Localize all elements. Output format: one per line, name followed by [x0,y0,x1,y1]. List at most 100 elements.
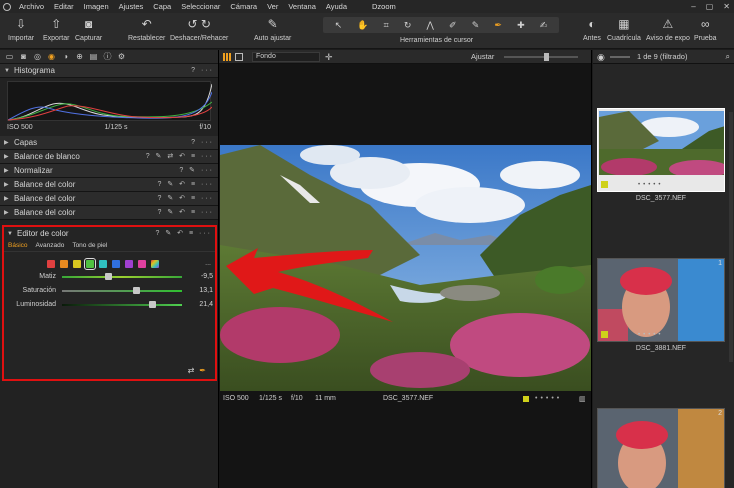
color-swatch[interactable] [60,260,68,268]
picker-tool-icon[interactable]: ✒ [494,20,502,31]
menu-ver[interactable]: Ver [262,0,283,13]
color-swatch[interactable] [125,260,133,268]
lightness-slider-knob[interactable] [149,301,156,308]
hue-slider-knob[interactable] [104,273,112,280]
capture-button[interactable]: ◙ Capturar [75,15,102,42]
info-menu-icon[interactable]: ▥ [579,395,586,403]
color-editor-header[interactable]: ▼ Editor de color ? ✎ ↶ ≡ ··· [4,227,215,240]
lightness-value[interactable]: 21,4 [199,299,213,311]
search-icon[interactable]: ⌕ [726,50,730,64]
menu-capa[interactable]: Capa [148,0,176,13]
menu-seleccionar[interactable]: Seleccionar [176,0,225,13]
main-photo[interactable] [220,145,591,391]
lens-tab-icon[interactable]: ◎ [32,51,43,62]
section-color-balance-2[interactable]: ▶ Balance del color ? ✎ ↶ ≡ ··· [0,192,218,206]
section-tools[interactable]: ? ··· [191,64,214,78]
section-tools[interactable]: ? ✎ ↶ ≡ ··· [158,192,214,206]
brush-tool-icon[interactable]: ✐ [449,20,457,31]
histogram-header[interactable]: ▼ Histograma ? ··· [0,64,218,78]
eye-icon[interactable]: ◉ [597,50,605,64]
before-button[interactable]: ◐ Antes [583,15,601,42]
tab-avanzado[interactable]: Avanzado [36,242,65,249]
pointer-tool-icon[interactable]: ↖ [335,20,343,31]
hue-slider-track[interactable] [62,276,182,278]
close-icon[interactable]: ✕ [723,0,730,13]
capture-tab-icon[interactable]: ◙ [18,51,29,62]
color-tag-icon[interactable] [601,331,608,338]
zoom-slider[interactable] [504,53,578,61]
menu-camara[interactable]: Cámara [225,0,262,13]
color-tag-icon[interactable] [523,396,529,402]
rotate-tool-icon[interactable]: ↻ [404,20,412,31]
section-tools[interactable]: ? ✎ ⇄ ↶ ≡ ··· [146,150,214,164]
menu-archivo[interactable]: Archivo [14,0,49,13]
library-tab-icon[interactable]: ▭ [4,51,15,62]
menu-ventana[interactable]: Ventana [283,0,321,13]
hue-value[interactable]: -9,5 [201,271,213,283]
settings-tab-icon[interactable]: ⚙ [116,51,127,62]
color-swatch[interactable] [84,258,96,270]
swap-icon[interactable]: ⇄ [188,366,200,375]
reset-button[interactable]: ↶ Restablecer [128,15,165,42]
adjustments-tab-icon[interactable]: ▤ [88,51,99,62]
text-tool-icon[interactable]: ✍ [540,20,548,31]
color-swatch[interactable] [112,260,120,268]
pan-tool-icon[interactable]: ✋ [357,20,368,31]
section-color-balance-3[interactable]: ▶ Balance del color ? ✎ ↶ ≡ ··· [0,206,218,220]
color-picker-icon[interactable]: ✒ [199,366,211,375]
export-button[interactable]: ⇧ Exportar [43,15,69,42]
browser-scrollbar[interactable] [729,112,733,362]
maximize-icon[interactable]: ▢ [706,0,714,13]
add-icon[interactable]: ✛ [325,50,333,64]
auto-adjust-button[interactable]: ✎ Auto ajustar [254,15,291,42]
single-view-icon[interactable] [235,53,243,61]
section-tools[interactable]: ? ✎ ↶ ≡ ··· [156,227,212,240]
import-button[interactable]: ⇩ Importar [8,15,34,42]
all-colors-swatch[interactable] [151,260,159,268]
minimize-icon[interactable]: – [691,0,695,13]
rating-stars[interactable]: ••••• [638,182,664,188]
exposure-warning-button[interactable]: ⚠ Aviso de expo [646,15,690,42]
color-tab-icon[interactable]: ◉ [46,51,57,62]
section-tools[interactable]: ? ✎ ↶ ≡ ··· [158,206,214,220]
thumb-size-slider[interactable] [610,56,630,58]
rating-stars[interactable]: ••••• [638,332,664,338]
section-layers[interactable]: ▶ Capas ? ··· [0,136,218,150]
undo-redo-button[interactable]: ↺ ↻ Deshacer/Rehacer [170,15,228,42]
eraser-tool-icon[interactable]: ✎ [472,20,480,31]
color-swatch[interactable] [47,260,55,268]
section-white-balance[interactable]: ▶ Balance de blanco ? ✎ ⇄ ↶ ≡ ··· [0,150,218,164]
menu-editar[interactable]: Editar [49,0,79,13]
color-tag-icon[interactable] [601,181,608,188]
section-tools[interactable]: ? ✎ ··· [179,164,214,178]
section-tools[interactable]: ? ··· [191,136,214,150]
exposure-tab-icon[interactable]: ◑ [60,51,71,62]
tab-tono-de-piel[interactable]: Tono de piel [72,242,107,249]
saturation-slider-knob[interactable] [133,287,141,294]
section-color-balance-1[interactable]: ▶ Balance del color ? ✎ ↶ ≡ ··· [0,178,218,192]
tab-basico[interactable]: Básico [8,242,28,249]
rating-stars[interactable]: ••••• [535,395,562,402]
section-tools[interactable]: ? ✎ ↶ ≡ ··· [158,178,214,192]
keystone-tool-icon[interactable]: ⋀ [427,20,434,31]
more-button[interactable]: ... [205,260,211,267]
saturation-value[interactable]: 13,1 [199,285,213,297]
menu-ajustes[interactable]: Ajustes [114,0,149,13]
lightness-slider-track[interactable] [62,304,182,306]
crop-tool-icon[interactable]: ⌗ [384,20,389,31]
menu-ayuda[interactable]: Ayuda [321,0,352,13]
color-swatch[interactable] [99,260,107,268]
section-normalize[interactable]: ▶ Normalizar ? ✎ ··· [0,164,218,178]
color-swatch[interactable] [138,260,146,268]
metadata-tab-icon[interactable]: ⓘ [102,51,113,62]
saturation-slider-track[interactable] [62,290,182,292]
multi-view-icon[interactable] [223,53,231,61]
fit-label[interactable]: Ajustar [471,50,494,64]
proof-button[interactable]: ∞ Prueba [694,15,717,42]
grid-button[interactable]: ▦ Cuadrícula [607,15,641,42]
background-select[interactable]: Fondo [252,52,320,62]
healing-tool-icon[interactable]: ✚ [517,20,525,31]
color-swatch[interactable] [73,260,81,268]
menu-imagen[interactable]: Imagen [79,0,114,13]
details-tab-icon[interactable]: ⊕ [74,51,85,62]
